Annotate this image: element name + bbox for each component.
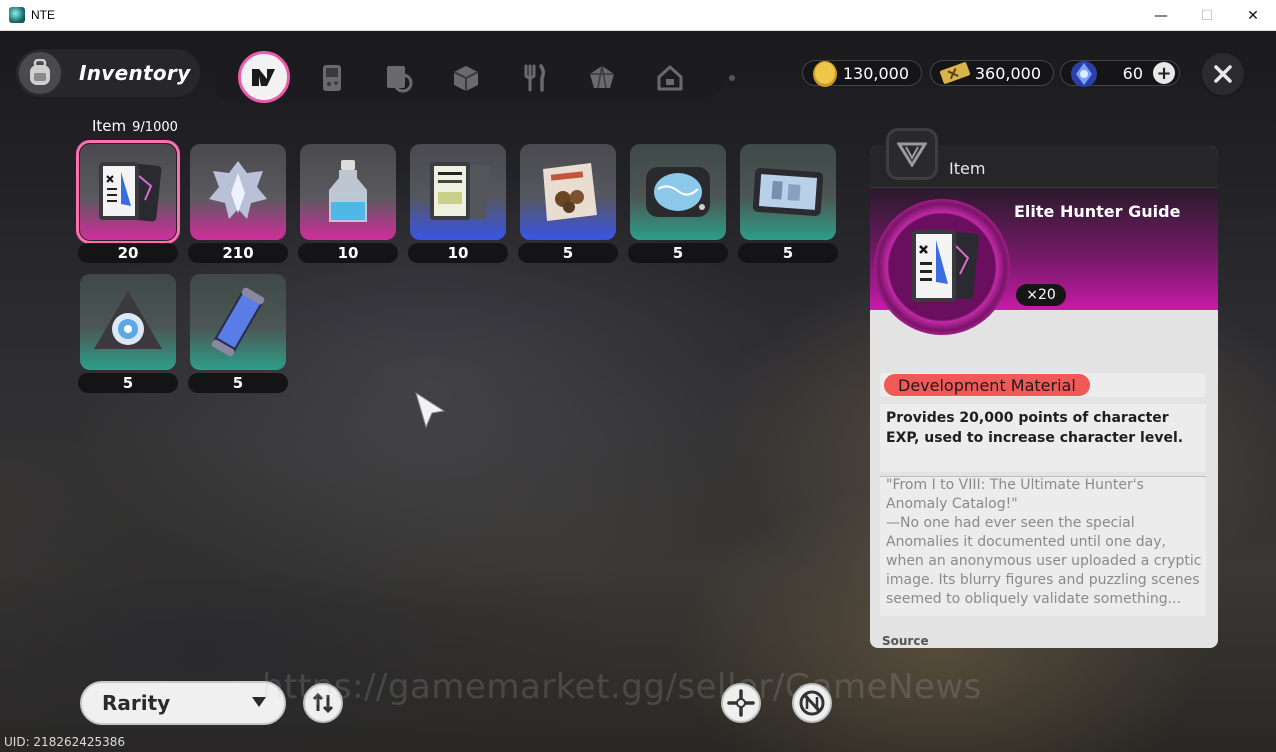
guidebook-icon <box>99 162 162 222</box>
box-icon <box>453 66 479 91</box>
handheld-console-icon <box>323 65 341 91</box>
move-button[interactable] <box>721 683 761 723</box>
hide-n-button[interactable] <box>792 683 832 723</box>
ticket-amount: 360,000 <box>974 63 1041 83</box>
lore-line: Anomalies it documented until one day, <box>886 534 1166 550</box>
notebook-icon <box>387 66 413 93</box>
item-slot-document-stack[interactable] <box>410 144 506 240</box>
inventory-count: Item 9/1000 <box>92 117 178 135</box>
crosshair-move-icon <box>727 689 755 717</box>
fork-knife-icon <box>524 64 546 92</box>
window-close-button[interactable]: ✕ <box>1230 0 1276 31</box>
item-qty: 20 <box>78 243 178 263</box>
item-qty: 5 <box>738 243 838 263</box>
add-crystal-button[interactable]: + <box>1153 62 1175 84</box>
house-icon <box>657 65 683 91</box>
gold-amount: 130,000 <box>842 63 909 83</box>
crystal-amount: 60 <box>1122 63 1143 83</box>
item-qty: 10 <box>408 243 508 263</box>
item-slot-elite-hunter-guide[interactable] <box>76 140 180 244</box>
tab-box[interactable] <box>444 56 488 100</box>
item-slot-crystal-trophy[interactable] <box>190 144 286 240</box>
backpack-icon <box>17 50 63 96</box>
source-label: Source <box>882 634 929 648</box>
sort-label: Rarity <box>102 691 171 715</box>
ticket-icon <box>937 57 973 93</box>
item-slot-tablet-device[interactable] <box>740 144 836 240</box>
v-emblem-icon <box>897 142 927 167</box>
lore-line: Anomaly Catalog!" <box>886 496 1018 512</box>
tab-scroll-indicator <box>729 75 735 81</box>
lore-line: —No one had ever seen the special <box>886 515 1135 531</box>
item-qty: 210 <box>188 243 288 263</box>
tab-house[interactable] <box>648 56 692 100</box>
tab-handheld[interactable] <box>310 56 354 100</box>
n-logo-icon <box>252 69 275 86</box>
item-slot-potion-bottle[interactable] <box>300 144 396 240</box>
item-name: Elite Hunter Guide <box>1014 202 1181 221</box>
item-qty: 5 <box>78 373 178 393</box>
lore-line: "From I to VIII: The Ultimate Hunter's <box>886 477 1144 493</box>
blue-crystal-icon <box>1067 57 1101 95</box>
window-controls: — ☐ ✕ <box>1138 0 1276 31</box>
tab-n-logo[interactable] <box>238 51 290 103</box>
category-label: Item <box>92 117 127 135</box>
game-viewport: Inventory 130,000 360,000 60 + Item 9/10… <box>0 31 1276 752</box>
inventory-header: Inventory <box>16 49 200 97</box>
category-tabs <box>212 51 722 103</box>
item-hero-image <box>874 199 1010 335</box>
item-qty: 5 <box>518 243 618 263</box>
guidebook-icon <box>912 230 979 302</box>
triangle-module-icon <box>94 291 162 349</box>
minimize-button[interactable]: — <box>1138 0 1184 31</box>
watermark-text: https://gamemarket.gg/seller/GameNews <box>262 667 982 707</box>
page-title: Inventory <box>79 61 191 85</box>
item-quantity-badge: ×20 <box>1016 284 1066 306</box>
capacity-count: 9/1000 <box>132 120 178 135</box>
close-icon <box>1214 65 1232 83</box>
user-id: UID: 218262425386 <box>4 735 126 749</box>
document-stack-icon <box>430 162 491 220</box>
scanner-device-icon <box>646 167 710 217</box>
crystal-trophy-icon <box>209 161 267 219</box>
item-description: Provides 20,000 points of character EXP,… <box>886 410 1184 446</box>
gold-coin-icon <box>809 57 841 93</box>
maximize-button[interactable]: ☐ <box>1184 0 1230 31</box>
item-slot-energy-canister[interactable] <box>190 274 286 370</box>
snack-bag-icon <box>543 163 597 221</box>
window-title: NTE <box>31 8 55 22</box>
item-slot-triangle-module[interactable] <box>80 274 176 370</box>
lore-line: when an anonymous user uploaded a crypti… <box>886 553 1202 569</box>
app-icon <box>9 7 25 23</box>
item-qty: 5 <box>628 243 728 263</box>
window-titlebar: NTE — ☐ ✕ <box>0 0 1276 31</box>
n-crossed-icon <box>799 690 825 716</box>
item-lore: "From I to VIII: The Ultimate Hunter's A… <box>886 476 1208 609</box>
lore-line: seemed to obliquely validate something..… <box>886 591 1181 607</box>
tablet-device-icon <box>752 168 824 216</box>
item-category-emblem <box>886 128 938 180</box>
currency-ticket: 360,000 <box>930 60 1054 86</box>
item-qty: 5 <box>188 373 288 393</box>
potion-bottle-icon <box>329 160 367 222</box>
currency-crystal: 60 + <box>1060 60 1180 87</box>
crystal-icon <box>590 65 614 89</box>
item-slot-snack-bag[interactable] <box>520 144 616 240</box>
currency-gold: 130,000 <box>802 60 922 87</box>
tab-food[interactable] <box>512 56 556 100</box>
sort-dropdown[interactable]: Rarity <box>80 681 286 725</box>
mouse-cursor-icon <box>415 391 446 429</box>
tab-crystal[interactable] <box>580 56 624 100</box>
tab-notebook[interactable] <box>376 56 420 100</box>
detail-category-label: Item <box>949 159 986 178</box>
lore-line: image. Its blurry figures and puzzling s… <box>886 572 1200 588</box>
item-slot-scanner-device[interactable] <box>630 144 726 240</box>
item-qty: 10 <box>298 243 398 263</box>
energy-canister-icon <box>211 287 265 357</box>
item-type-tag: Development Material <box>884 374 1090 396</box>
close-inventory-button[interactable] <box>1200 51 1246 97</box>
